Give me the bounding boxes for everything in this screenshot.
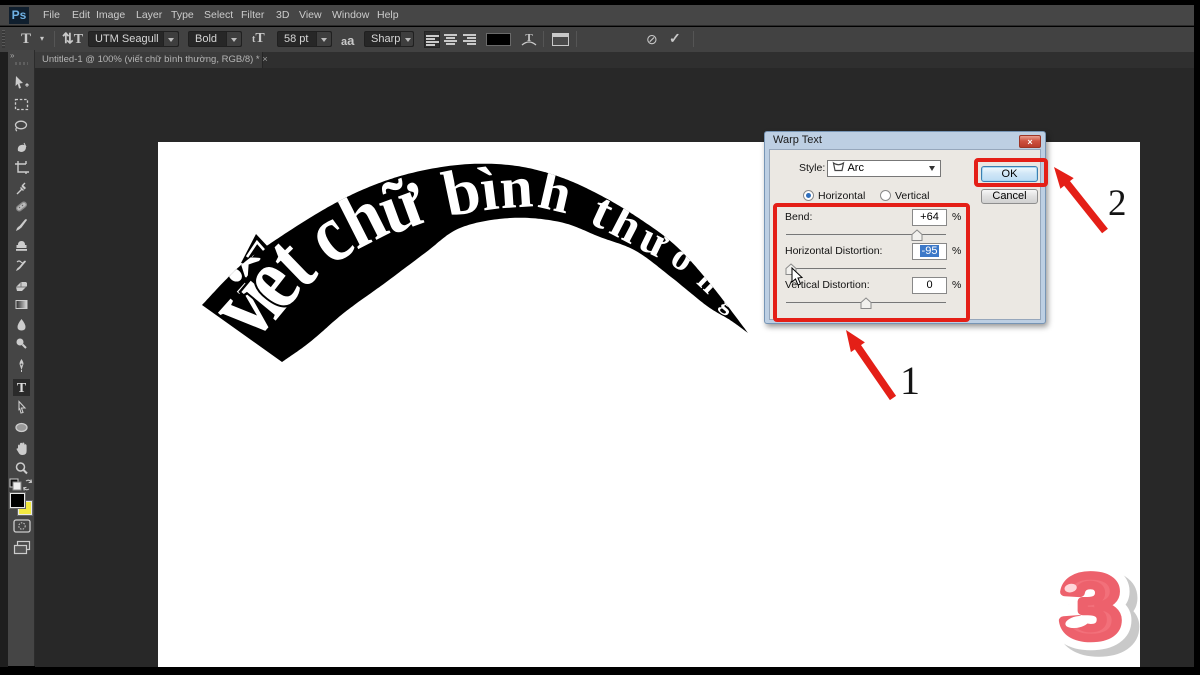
svg-text:3: 3: [1061, 557, 1120, 656]
